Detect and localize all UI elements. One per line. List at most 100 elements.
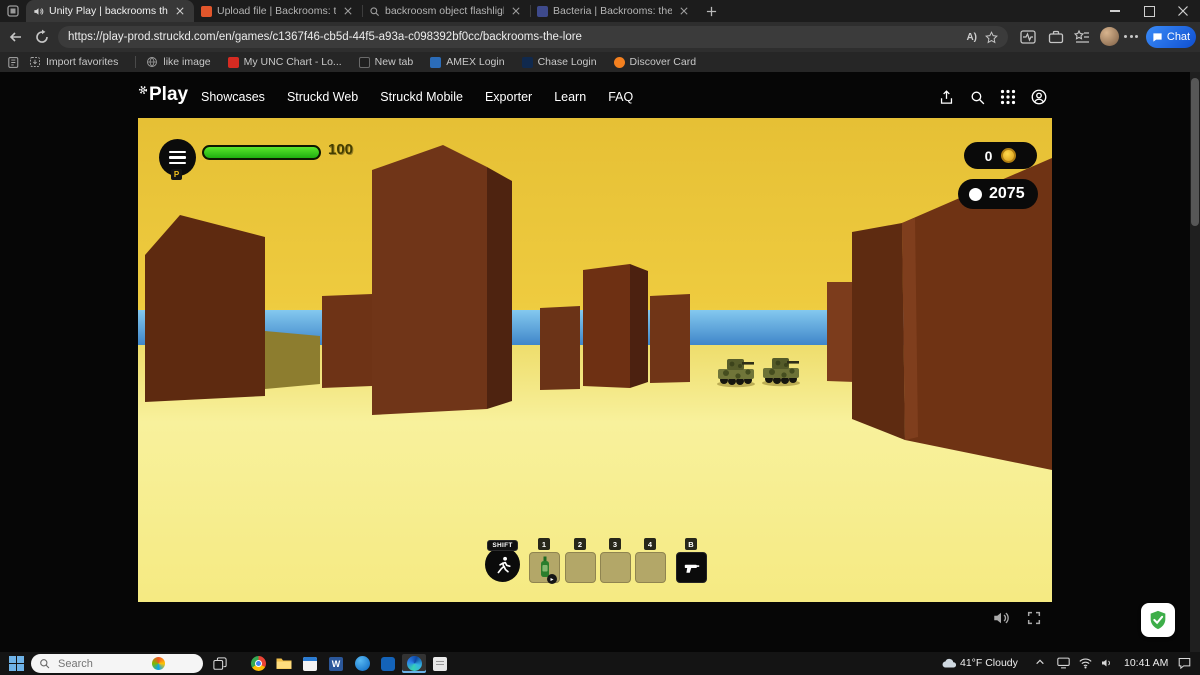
- hotbar-slot-2[interactable]: [565, 552, 596, 583]
- scrollbar-thumb[interactable]: [1191, 78, 1199, 226]
- copilot-icon[interactable]: [152, 657, 165, 670]
- favorite-label: Import favorites: [46, 56, 119, 68]
- address-bar[interactable]: https://play-prod.struckd.com/en/games/c…: [58, 26, 1008, 48]
- tab-search-favicon: [369, 6, 380, 17]
- window-maximize-button[interactable]: [1132, 0, 1166, 22]
- clock[interactable]: 10:41 AM: [1124, 657, 1168, 669]
- tab-close-icon[interactable]: [173, 4, 187, 18]
- work-briefcase-icon[interactable]: [1048, 29, 1064, 45]
- favorite-star-icon[interactable]: [985, 30, 998, 44]
- taskbar-skype-icon[interactable]: [350, 654, 374, 673]
- coin-count: 0: [984, 147, 993, 164]
- tab-audio-icon[interactable]: [33, 6, 44, 17]
- struckd-play-logo[interactable]: Play: [138, 84, 188, 106]
- windows-taskbar: W 41°F Cloudy 10:41 AM: [0, 652, 1200, 675]
- nav-faq[interactable]: FAQ: [608, 90, 633, 104]
- taskbar-chrome-icon[interactable]: [246, 654, 270, 673]
- favorite-like-image[interactable]: like image: [146, 56, 211, 68]
- taskbar-outlook-icon[interactable]: [376, 654, 400, 673]
- globe-icon: [146, 56, 158, 68]
- settings-more-icon[interactable]: [1124, 35, 1138, 38]
- taskbar-search[interactable]: [31, 654, 203, 673]
- sprint-button[interactable]: [485, 547, 520, 582]
- health-bar: [202, 145, 321, 160]
- share-icon[interactable]: [938, 89, 955, 106]
- tab-close-icon[interactable]: [341, 4, 355, 18]
- refresh-icon[interactable]: [34, 29, 50, 45]
- import-icon: [29, 56, 41, 68]
- favorite-amex-login[interactable]: AMEX Login: [430, 56, 505, 68]
- weather-text[interactable]: 41°F Cloudy: [960, 657, 1018, 669]
- wifi-icon[interactable]: [1079, 657, 1092, 669]
- apps-grid-icon[interactable]: [1000, 89, 1016, 105]
- nav-struckd-mobile[interactable]: Struckd Mobile: [380, 90, 463, 104]
- favorite-new-tab[interactable]: New tab: [358, 56, 413, 68]
- favorite-chase-login[interactable]: Chase Login: [521, 56, 597, 68]
- weather-cloud-icon[interactable]: [942, 657, 957, 669]
- taskbar-notepad-icon[interactable]: [428, 654, 452, 673]
- browser-tab-1[interactable]: Unity Play | backrooms the l: [26, 0, 194, 22]
- running-person-icon: [497, 556, 511, 573]
- browser-essentials-icon[interactable]: [1020, 29, 1036, 45]
- tab-favicon: [201, 5, 212, 17]
- player-badge: P: [171, 169, 182, 180]
- nav-showcases[interactable]: Showcases: [201, 90, 265, 104]
- favorite-discover-card[interactable]: Discover Card: [613, 56, 696, 68]
- search-icon[interactable]: [969, 89, 986, 106]
- security-shield-badge[interactable]: [1141, 603, 1175, 637]
- volume-icon[interactable]: [1100, 657, 1113, 669]
- search-icon: [40, 659, 50, 669]
- health-bar-fill: [204, 147, 319, 158]
- hotbar-slot-b[interactable]: [676, 552, 707, 583]
- page-scrollbar[interactable]: [1190, 72, 1200, 652]
- browser-tab-2[interactable]: Upload file | Backrooms: the lore: [194, 0, 362, 22]
- nav-exporter[interactable]: Exporter: [485, 90, 532, 104]
- window-controls: [1098, 0, 1200, 22]
- taskbar-calendar-icon[interactable]: [298, 654, 322, 673]
- fullscreen-icon[interactable]: [1026, 610, 1042, 626]
- browser-tab-4[interactable]: Bacteria | Backrooms: the lore Wi: [530, 0, 698, 22]
- tab-close-icon[interactable]: [677, 4, 691, 18]
- window-close-button[interactable]: [1166, 0, 1200, 22]
- nav-struckd-web[interactable]: Struckd Web: [287, 90, 358, 104]
- task-view-icon[interactable]: [213, 657, 227, 671]
- taskbar-explorer-icon[interactable]: [272, 654, 296, 673]
- workspaces-icon[interactable]: [0, 0, 26, 22]
- game-sound-icon[interactable]: [992, 609, 1010, 627]
- game-viewport[interactable]: P 100 0 2075 SHIFT 1 2 3 4 B ▸: [138, 118, 1052, 602]
- hotbar-slot-4[interactable]: [635, 552, 666, 583]
- favorites-bar: Import favorites like image My UNC Chart…: [0, 52, 1200, 72]
- browser-tab-3[interactable]: backroosm object flashlights - Sa: [362, 0, 530, 22]
- display-tray-icon[interactable]: [1057, 657, 1070, 669]
- back-icon[interactable]: [8, 29, 24, 45]
- hidden-icons-chevron[interactable]: [1035, 657, 1045, 667]
- gun-item-icon: [684, 564, 699, 573]
- reading-list-icon[interactable]: [8, 56, 21, 69]
- taskbar-edge-icon[interactable]: [402, 654, 426, 673]
- hotbar-key-4: 4: [644, 538, 656, 550]
- import-favorites-button[interactable]: Import favorites: [29, 56, 118, 68]
- read-aloud-icon[interactable]: A): [966, 32, 977, 43]
- favorite-unc-chart[interactable]: My UNC Chart - Lo...: [227, 56, 342, 68]
- taskbar-search-input[interactable]: [56, 656, 146, 671]
- start-button[interactable]: [9, 656, 24, 671]
- action-center-icon[interactable]: [1178, 657, 1191, 669]
- score-counter: 2075: [958, 179, 1038, 209]
- tab-close-icon[interactable]: [509, 4, 523, 18]
- tab-title: Bacteria | Backrooms: the lore Wi: [553, 5, 672, 17]
- site-icon: [613, 56, 625, 68]
- hotbar-slot-3[interactable]: [600, 552, 631, 583]
- hotbar-key-b: B: [685, 538, 697, 550]
- site-icon: [227, 56, 239, 68]
- new-tab-button[interactable]: [698, 0, 724, 22]
- favorites-list-icon[interactable]: [1074, 29, 1090, 45]
- taskbar-word-icon[interactable]: W: [324, 654, 348, 673]
- chat-bubble-icon: [1153, 32, 1162, 42]
- profile-icon[interactable]: [1030, 88, 1048, 106]
- nav-learn[interactable]: Learn: [554, 90, 586, 104]
- site-icon: [358, 56, 370, 68]
- window-minimize-button[interactable]: [1098, 0, 1132, 22]
- profile-avatar[interactable]: [1100, 27, 1119, 46]
- chat-button[interactable]: Chat: [1146, 26, 1196, 48]
- chat-button-label: Chat: [1166, 31, 1191, 43]
